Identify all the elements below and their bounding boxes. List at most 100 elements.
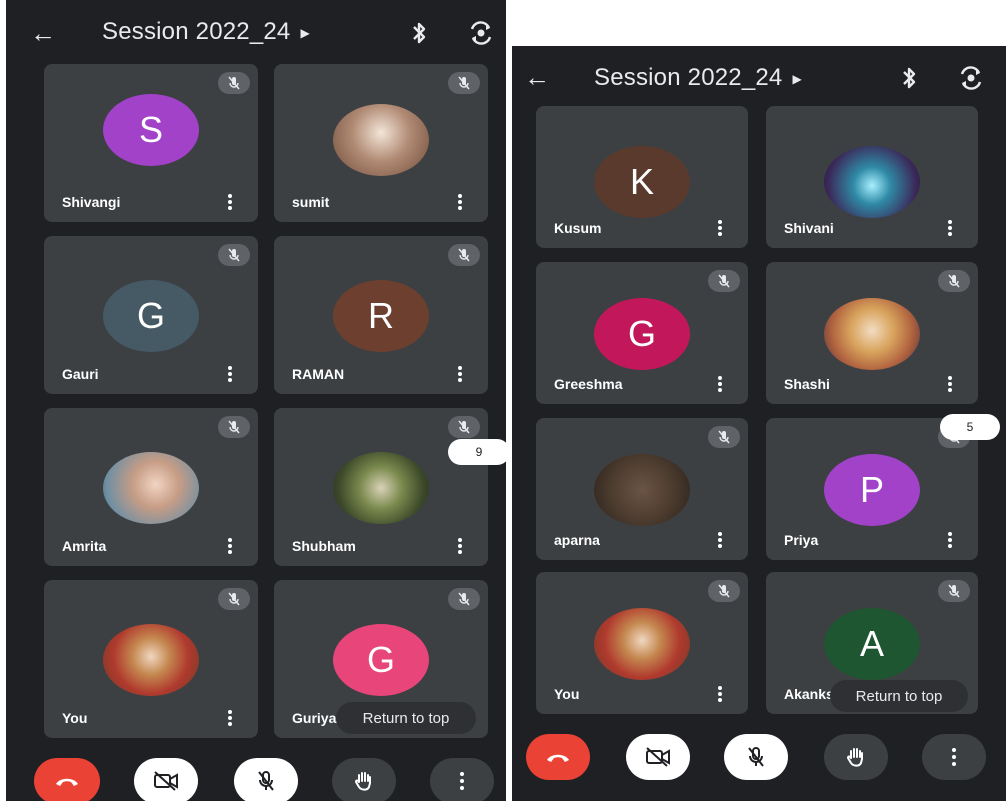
call-controls xyxy=(512,728,1006,792)
avatar-initial: G xyxy=(627,313,656,354)
more-vert-icon[interactable] xyxy=(942,530,958,550)
mic-off-icon xyxy=(218,72,250,94)
mic-off-icon xyxy=(448,72,480,94)
participant-name: RAMAN xyxy=(292,366,345,382)
participant-tile[interactable]: S Shivangi xyxy=(44,64,258,222)
more-vert-icon[interactable] xyxy=(222,364,238,384)
mic-toggle-button[interactable] xyxy=(724,734,788,780)
participant-name: Shivangi xyxy=(62,194,121,210)
avatar-initial: S xyxy=(138,109,163,150)
bluetooth-icon[interactable] xyxy=(894,63,924,93)
raise-hand-icon xyxy=(354,772,371,791)
more-vert-icon[interactable] xyxy=(452,536,468,556)
more-vert-icon[interactable] xyxy=(712,530,728,550)
top-app-bar: ← Session 2022_24 ▶ xyxy=(512,46,1006,108)
participant-name: Amrita xyxy=(62,538,107,554)
scroll-badge[interactable]: 9 xyxy=(448,439,506,465)
mic-off-icon xyxy=(448,416,480,438)
more-vert-icon[interactable] xyxy=(222,192,238,212)
mic-off-icon xyxy=(448,244,480,266)
mic-off-icon xyxy=(708,270,740,292)
more-vert-icon[interactable] xyxy=(712,374,728,394)
raise-hand-button[interactable] xyxy=(824,734,888,780)
mic-off-icon xyxy=(258,771,274,791)
video-off-icon xyxy=(646,747,670,767)
scroll-badge-count: 5 xyxy=(966,420,974,434)
more-vert-icon[interactable] xyxy=(222,708,238,728)
avatar-photo xyxy=(333,104,429,176)
more-vert-icon[interactable] xyxy=(942,374,958,394)
meeting-screen-right: ← Session 2022_24 ▶ K Kusum Shivani G Gre… xyxy=(512,46,1006,801)
more-options-button[interactable] xyxy=(430,758,494,801)
avatar-photo xyxy=(824,298,920,370)
caret-right-icon: ▶ xyxy=(792,71,802,86)
return-to-top-label: Return to top xyxy=(855,687,943,705)
avatar-photo xyxy=(333,452,429,524)
participant-name: sumit xyxy=(292,194,330,210)
more-vert-icon xyxy=(952,748,956,766)
call-controls xyxy=(6,752,506,801)
participant-name: Guriya xyxy=(292,710,337,726)
back-arrow-icon[interactable]: ← xyxy=(28,18,58,48)
participant-tile[interactable]: Amrita xyxy=(44,408,258,566)
avatar-photo xyxy=(103,452,199,524)
participant-name: You xyxy=(554,686,580,702)
participant-tile[interactable]: You xyxy=(44,580,258,738)
end-call-button[interactable] xyxy=(34,758,100,801)
more-options-button[interactable] xyxy=(922,734,986,780)
raise-hand-icon xyxy=(846,748,863,767)
more-vert-icon[interactable] xyxy=(712,684,728,704)
participant-tile[interactable]: aparna xyxy=(536,418,748,560)
camera-toggle-button[interactable] xyxy=(626,734,690,780)
participant-tile[interactable]: Shivani xyxy=(766,106,978,248)
avatar-initial: G xyxy=(366,639,395,680)
return-to-top-button[interactable]: Return to top xyxy=(830,680,968,712)
bluetooth-icon[interactable] xyxy=(404,18,434,48)
video-off-icon xyxy=(154,771,178,791)
participant-tile[interactable]: sumit xyxy=(274,64,488,222)
end-call-button[interactable] xyxy=(526,734,590,780)
end-call-icon xyxy=(547,754,569,762)
avatar-photo xyxy=(594,454,690,526)
participant-name: Shubham xyxy=(292,538,356,554)
avatar: G xyxy=(103,280,199,352)
caret-right-icon: ▶ xyxy=(300,25,310,40)
camera-toggle-button[interactable] xyxy=(134,758,198,801)
participant-tile[interactable]: R RAMAN xyxy=(274,236,488,394)
switch-camera-icon[interactable] xyxy=(466,18,496,48)
mic-off-icon xyxy=(448,588,480,610)
raise-hand-button[interactable] xyxy=(332,758,396,801)
meeting-title[interactable]: Session 2022_24 ▶ xyxy=(594,64,802,92)
participant-tile[interactable]: Shashi xyxy=(766,262,978,404)
scroll-badge[interactable]: 5 xyxy=(940,414,1000,440)
participant-tile[interactable]: P Priya xyxy=(766,418,978,560)
mic-toggle-button[interactable] xyxy=(234,758,298,801)
mic-off-icon xyxy=(708,580,740,602)
avatar-photo xyxy=(824,146,920,218)
avatar-initial: A xyxy=(859,623,884,664)
mic-off-icon xyxy=(938,270,970,292)
participant-tile[interactable]: G Greeshma xyxy=(536,262,748,404)
scroll-badge-count: 9 xyxy=(475,445,483,459)
avatar-photo xyxy=(103,624,199,696)
avatar: G xyxy=(594,298,690,370)
switch-camera-icon[interactable] xyxy=(956,63,986,93)
more-vert-icon[interactable] xyxy=(452,192,468,212)
participant-tile[interactable]: You xyxy=(536,572,748,714)
avatar-initial: R xyxy=(368,295,394,336)
more-vert-icon[interactable] xyxy=(942,218,958,238)
return-to-top-label: Return to top xyxy=(362,709,450,727)
participant-name: Greeshma xyxy=(554,376,623,392)
participant-tile[interactable]: K Kusum xyxy=(536,106,748,248)
more-vert-icon[interactable] xyxy=(712,218,728,238)
back-arrow-icon[interactable]: ← xyxy=(522,62,552,92)
more-vert-icon[interactable] xyxy=(452,364,468,384)
participant-tile[interactable]: Shubham xyxy=(274,408,488,566)
avatar: K xyxy=(594,146,690,218)
return-to-top-button[interactable]: Return to top xyxy=(336,702,476,734)
participant-tile[interactable]: G Gauri xyxy=(44,236,258,394)
meeting-title[interactable]: Session 2022_24 ▶ xyxy=(102,18,310,46)
participant-name: You xyxy=(62,710,88,726)
top-app-bar: ← Session 2022_24 ▶ xyxy=(6,0,506,62)
more-vert-icon[interactable] xyxy=(222,536,238,556)
